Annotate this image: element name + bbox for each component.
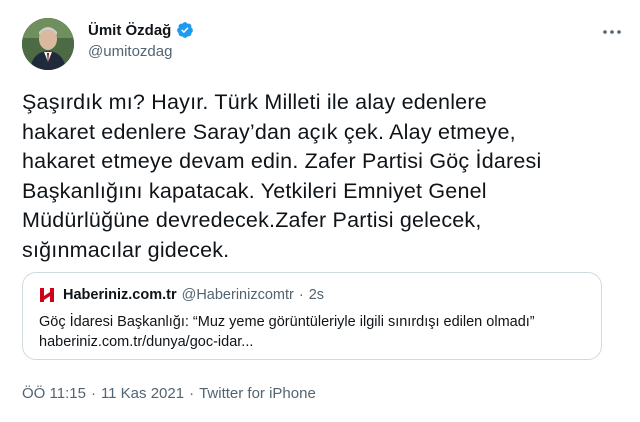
tweet-text: Şaşırdık mı? Hayır. Türk Milleti ile ala… (22, 90, 542, 262)
quoted-time: 2s (308, 287, 325, 303)
avatar-image (22, 18, 74, 70)
meta-separator: · (90, 385, 96, 402)
verified-badge-icon (176, 21, 194, 39)
haberiniz-logo-icon (39, 287, 55, 303)
tweet-source[interactable]: Twitter for iPhone (199, 385, 316, 402)
quoted-author-name: Haberiniz.com.tr (63, 287, 177, 303)
tweet-date[interactable]: 11 Kas 2021 (101, 385, 184, 402)
quoted-separator: · (298, 287, 304, 303)
more-options-icon[interactable] (602, 22, 622, 36)
author-name[interactable]: Ümit Özdağ (88, 22, 171, 39)
meta-separator: · (189, 385, 195, 402)
tweet-card: Ümit Özdağ @umitozdag Şaşırdık mı? Hayır… (0, 0, 640, 422)
quoted-author-handle: @Haberinizcomtr (181, 287, 294, 303)
quoted-tweet-header: Haberiniz.com.tr @Haberinizcomtr · 2s (39, 287, 324, 303)
author-handle[interactable]: @umitozdag (88, 43, 172, 60)
quoted-tweet[interactable]: Haberiniz.com.tr @Haberinizcomtr · 2s Gö… (22, 272, 602, 360)
tweet-time[interactable]: ÖÖ 11:15 (22, 385, 86, 402)
quoted-tweet-text: Göç İdaresi Başkanlığı: “Muz yeme görünt… (39, 314, 535, 330)
author-name-row: Ümit Özdağ (88, 21, 194, 39)
tweet-meta: ÖÖ 11:15 · 11 Kas 2021 · Twitter for iPh… (22, 385, 316, 402)
avatar[interactable] (22, 18, 74, 70)
quoted-tweet-link[interactable]: haberiniz.com.tr/dunya/goc-idar... (39, 334, 253, 350)
